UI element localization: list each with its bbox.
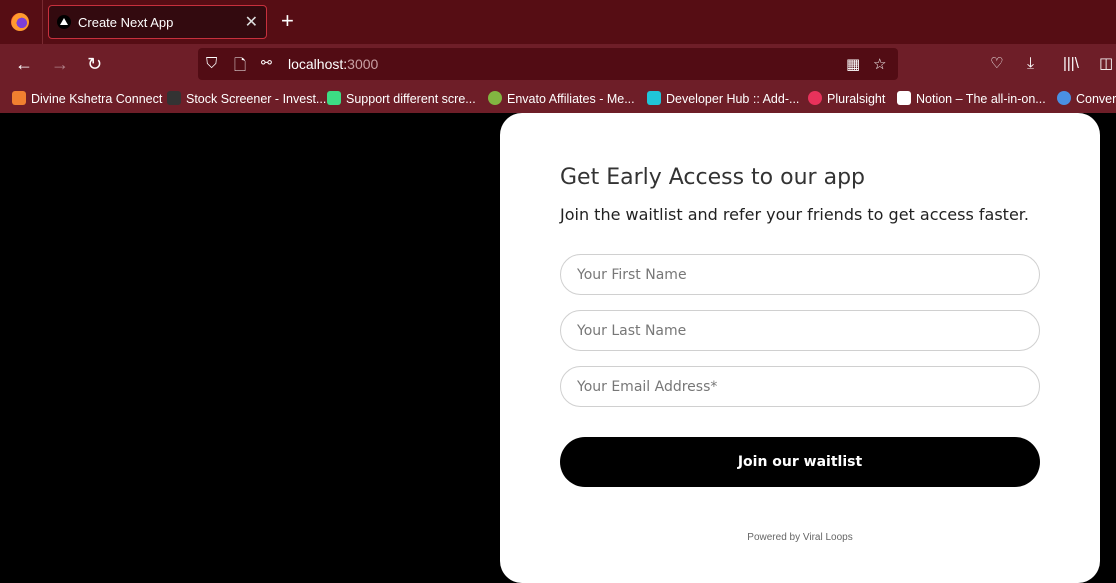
bookmark-item[interactable]: Support different scre... bbox=[327, 91, 476, 106]
converter-icon bbox=[1057, 91, 1071, 105]
last-name-input[interactable] bbox=[560, 310, 1040, 351]
library-icon[interactable]: |||\ bbox=[1063, 53, 1079, 75]
developer-hub-icon bbox=[647, 91, 661, 105]
tab-active[interactable]: Create Next App ✕ bbox=[48, 5, 267, 39]
back-button[interactable]: ← bbox=[15, 53, 33, 75]
page-icon[interactable]: 🗋 bbox=[234, 55, 246, 80]
nav-bar: ← → ↻ ⛉ 🗋 ⚯ localhost:3000 ▦ ☆ ♡ ⤓ |||\ … bbox=[0, 44, 1116, 86]
first-name-input[interactable] bbox=[560, 254, 1040, 295]
bookmark-label: Notion – The all-in-on... bbox=[916, 92, 1046, 106]
url-bar[interactable]: ⛉ 🗋 ⚯ localhost:3000 ▦ ☆ bbox=[198, 48, 898, 80]
bookmark-item[interactable]: Pluralsight bbox=[808, 91, 885, 106]
reload-button[interactable]: ↻ bbox=[87, 53, 102, 75]
sidebar-icon[interactable]: ◫ bbox=[1099, 53, 1113, 75]
bookmark-label: Convers bbox=[1076, 92, 1116, 106]
bookmark-item[interactable]: Convers bbox=[1057, 91, 1116, 106]
divider bbox=[42, 0, 43, 44]
bookmark-label: Support different scre... bbox=[346, 92, 476, 106]
tab-title: Create Next App bbox=[78, 15, 174, 30]
email-input[interactable] bbox=[560, 366, 1040, 407]
firefox-logo-icon[interactable] bbox=[11, 13, 29, 31]
url-port: 3000 bbox=[347, 56, 379, 72]
new-tab-button[interactable]: + bbox=[281, 9, 294, 33]
bookmark-label: Stock Screener - Invest... bbox=[186, 92, 327, 106]
form-subtitle: Join the waitlist and refer your friends… bbox=[560, 205, 1029, 224]
bookmark-favicon-icon bbox=[167, 91, 181, 105]
android-icon bbox=[327, 91, 341, 105]
bookmark-label: Envato Affiliates - Me... bbox=[507, 92, 635, 106]
bookmark-item[interactable]: Divine Kshetra Connect bbox=[12, 91, 162, 106]
bookmark-item[interactable]: Stock Screener - Invest... bbox=[167, 91, 326, 106]
nextjs-favicon-icon bbox=[57, 15, 71, 29]
envato-icon bbox=[488, 91, 502, 105]
notion-icon bbox=[897, 91, 911, 105]
bookmark-label: Divine Kshetra Connect bbox=[31, 92, 163, 106]
bookmark-favicon-icon bbox=[12, 91, 26, 105]
powered-by-link[interactable]: Powered by Viral Loops bbox=[500, 532, 1100, 543]
bookmark-item[interactable]: Developer Hub :: Add-... bbox=[647, 91, 799, 106]
qr-code-icon[interactable]: ▦ bbox=[846, 55, 860, 73]
join-waitlist-button[interactable]: Join our waitlist bbox=[560, 437, 1040, 487]
bookmark-item[interactable]: Envato Affiliates - Me... bbox=[488, 91, 635, 106]
shield-icon[interactable]: ⛉ bbox=[206, 55, 217, 72]
bookmark-item[interactable]: Notion – The all-in-on... bbox=[897, 91, 1046, 106]
download-icon[interactable]: ⤓ bbox=[1027, 53, 1034, 75]
permissions-icon[interactable]: ⚯ bbox=[261, 55, 272, 71]
bookmark-star-icon[interactable]: ☆ bbox=[873, 55, 886, 73]
bookmark-label: Developer Hub :: Add-... bbox=[666, 92, 800, 106]
url-host: localhost: bbox=[288, 56, 348, 72]
tab-bar: Create Next App ✕ + bbox=[0, 0, 1116, 44]
url-text[interactable]: localhost:3000 bbox=[288, 56, 378, 72]
waitlist-card: Get Early Access to our app Join the wai… bbox=[500, 113, 1100, 583]
bookmark-label: Pluralsight bbox=[827, 92, 886, 106]
bookmarks-bar: Divine Kshetra Connect Stock Screener - … bbox=[0, 86, 1116, 113]
pocket-icon[interactable]: ♡ bbox=[990, 53, 1003, 75]
close-tab-icon[interactable]: ✕ bbox=[245, 12, 258, 32]
form-title: Get Early Access to our app bbox=[560, 165, 865, 190]
pluralsight-icon bbox=[808, 91, 822, 105]
forward-button[interactable]: → bbox=[51, 53, 69, 75]
